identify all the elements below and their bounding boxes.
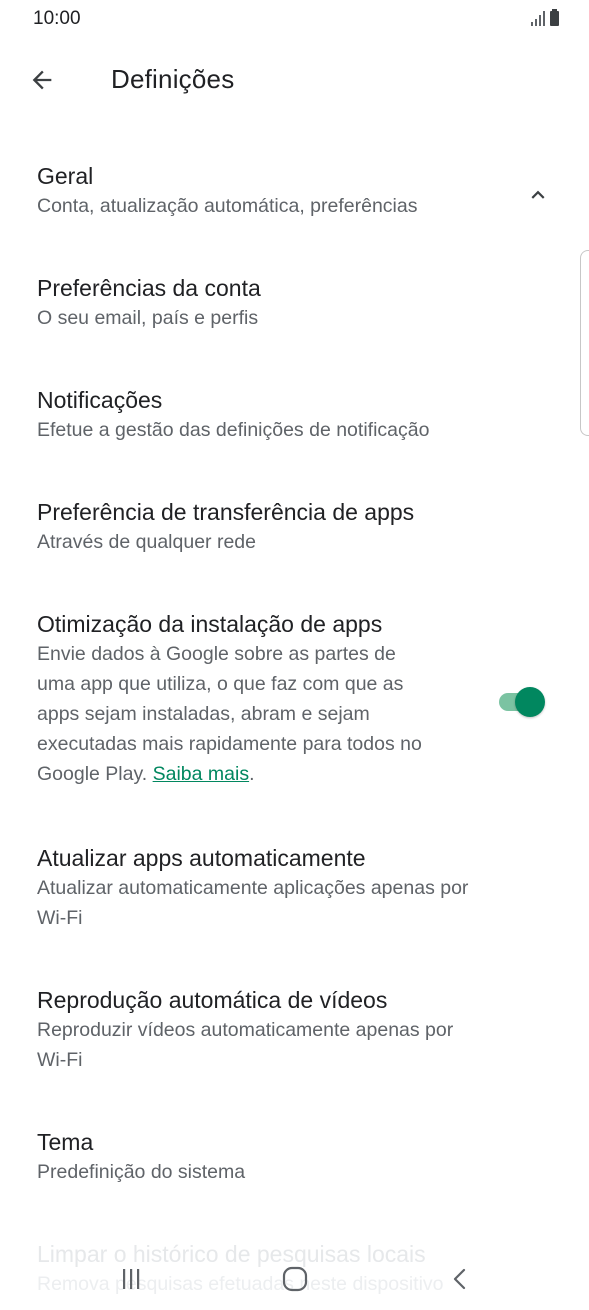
item-subtitle-line: Atualizar automaticamente aplicações ape… [37,877,469,899]
status-icons [531,9,559,26]
page-title: Definições [111,64,235,94]
recents-button[interactable] [106,1254,156,1304]
recents-icon [123,1269,140,1289]
collapse-general-button[interactable] [523,180,553,210]
item-subtitle-line: executadas mais rapidamente para todos n… [37,733,422,755]
scrollbar[interactable] [580,250,589,436]
auto-update-apps-item[interactable]: Atualizar apps automaticamente Atualizar… [37,843,537,933]
item-title: Tema [37,1129,94,1155]
home-button[interactable] [270,1254,320,1304]
item-subtitle-line: Google Play. Saiba mais. [37,759,487,789]
item-subtitle-line: Wi-Fi [37,907,83,929]
app-download-preference-item[interactable]: Preferência de transferência de apps Atr… [37,497,537,557]
item-title: Otimização da instalação de apps [37,611,383,637]
section-general-title: Geral [37,163,94,189]
status-bar: 10:00 [0,0,589,38]
app-bar: Definições [0,50,589,110]
item-title: Atualizar apps automaticamente [37,845,366,871]
learn-more-link[interactable]: Saiba mais [153,763,249,785]
navigation-bar [0,1240,589,1310]
item-subtitle-line: uma app que utiliza, o que faz com que a… [37,673,404,695]
autoplay-videos-item[interactable]: Reprodução automática de vídeos Reproduz… [37,985,537,1075]
chevron-up-icon [531,190,545,199]
theme-item[interactable]: Tema Predefinição do sistema [37,1127,537,1187]
item-subtitle-line: apps sejam instaladas, abram e sejam [37,703,370,725]
nav-back-icon [453,1268,466,1290]
item-subtitle: Efetue a gestão das definições de notifi… [37,419,430,441]
back-button[interactable] [24,62,60,98]
item-subtitle-line: Envie dados à Google sobre as partes de [37,643,396,665]
notifications-item[interactable]: Notificações Efetue a gestão das definiç… [37,385,537,445]
section-general[interactable]: Geral Conta, atualização automática, pre… [37,161,537,221]
item-title: Reprodução automática de vídeos [37,987,388,1013]
section-general-subtitle: Conta, atualização automática, preferênc… [37,195,418,217]
status-time: 10:00 [33,8,81,29]
item-subtitle: O seu email, país e perfis [37,307,259,329]
item-subtitle-line: Wi-Fi [37,1049,83,1071]
subtitle-text: . [249,763,255,785]
app-install-optimization-item[interactable]: Otimização da instalação de apps Envie d… [37,609,487,789]
item-subtitle: Através de qualquer rede [37,531,256,553]
toggle-thumb [515,687,545,717]
battery-icon [550,9,559,26]
settings-screen: 10:00 Definições Geral Conta, atualizaçã… [0,0,589,1310]
item-title: Notificações [37,387,163,413]
home-icon [282,1266,308,1292]
system-back-button[interactable] [436,1254,486,1304]
subtitle-text: Google Play. [37,763,153,785]
item-subtitle: Predefinição do sistema [37,1161,246,1183]
item-subtitle-line: Reproduzir vídeos automaticamente apenas… [37,1019,454,1041]
arrow-back-icon [32,70,52,90]
app-install-optimization-toggle[interactable] [497,686,549,718]
account-preferences-item[interactable]: Preferências da conta O seu email, país … [37,273,537,333]
signal-icon [531,11,545,26]
item-title: Preferência de transferência de apps [37,499,415,525]
item-title: Preferências da conta [37,275,261,301]
